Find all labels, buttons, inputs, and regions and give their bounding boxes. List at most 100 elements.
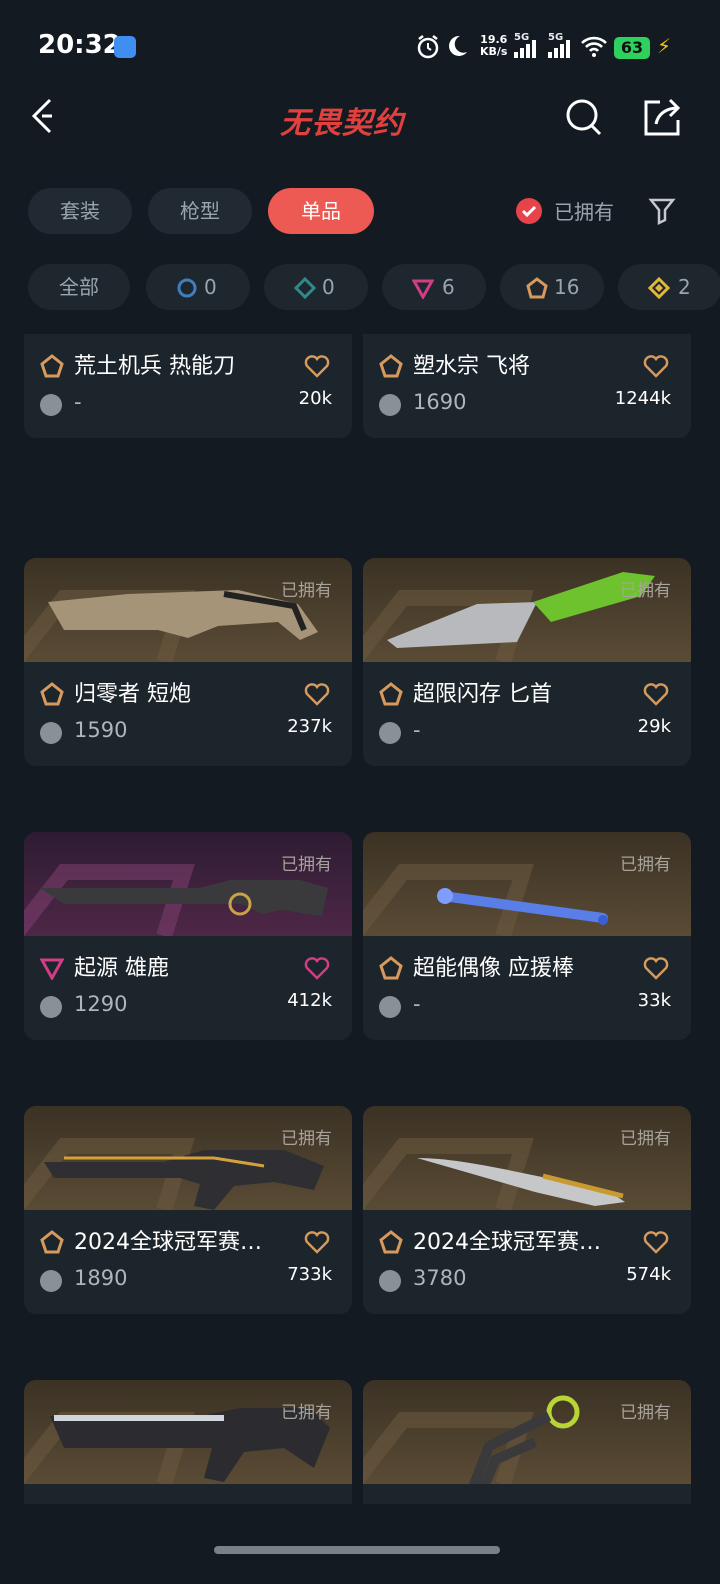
item-card[interactable]: 已拥有 起源 雄鹿 1290 412k: [24, 832, 352, 1040]
item-card[interactable]: 荒土机兵 热能刀 - 20k: [24, 334, 352, 438]
notification-app-icon: [114, 36, 136, 58]
owned-badge: 已拥有: [620, 1129, 671, 1149]
smg-image: [44, 1150, 324, 1210]
item-grid: 荒土机兵 热能刀 - 20k 塑水宗 飞将 1690 1244k 已拥有 归零者…: [0, 334, 720, 1504]
favorite-heart-icon[interactable]: [304, 682, 330, 706]
cell-signal-1-icon: 5G: [514, 32, 542, 58]
pentagon-tier-icon: [40, 1230, 64, 1254]
item-meta: 归零者 短炮 1590 237k: [24, 662, 352, 766]
filter-button[interactable]: [648, 196, 676, 226]
favorite-heart-icon[interactable]: [304, 354, 330, 378]
owned-badge: 已拥有: [281, 581, 332, 601]
item-image: [24, 1106, 352, 1210]
chip-all[interactable]: 全部: [28, 264, 130, 310]
chip-count: 16: [554, 275, 580, 299]
valorant-points-icon: [40, 722, 62, 744]
item-price: 1290: [74, 992, 128, 1016]
item-card[interactable]: 已拥有 超限闪存 匕首 - 29k: [363, 558, 691, 766]
pentagon-tier-icon: [526, 277, 548, 299]
item-name: 超限闪存 匕首: [413, 682, 552, 707]
item-meta: 超能偶像 应援棒 - 33k: [363, 936, 691, 1040]
cell-signal-2-icon: 5G: [548, 32, 576, 58]
item-price: 1890: [74, 1266, 128, 1290]
favorite-heart-icon[interactable]: [643, 682, 669, 706]
pentagon-tier-icon: [379, 354, 403, 378]
chip-count: 0: [204, 275, 217, 299]
item-card[interactable]: 已拥有 2024全球冠军赛… 1890 733k: [24, 1106, 352, 1314]
valorant-points-icon: [40, 394, 62, 416]
owned-badge: 已拥有: [281, 1129, 332, 1149]
chip-deluxe-tier[interactable]: 0: [264, 264, 368, 310]
lightstick-image: [437, 888, 608, 925]
chip-ultra-tier[interactable]: 2: [618, 264, 720, 310]
item-price: 1590: [74, 718, 128, 742]
tab-single-items[interactable]: 单品: [268, 188, 374, 234]
item-name: 2024全球冠军赛…: [413, 1230, 601, 1255]
item-image: [24, 558, 352, 662]
shotgun-image: [48, 590, 318, 640]
favorite-heart-icon[interactable]: [304, 956, 330, 980]
item-likes: 29k: [637, 716, 671, 737]
wifi-icon: [580, 34, 608, 60]
favorite-heart-icon[interactable]: [643, 956, 669, 980]
item-name: 塑水宗 飞将: [413, 354, 530, 379]
item-meta: 超限闪存 匕首 - 29k: [363, 662, 691, 766]
favorite-heart-icon[interactable]: [643, 354, 669, 378]
pentagon-tier-icon: [40, 682, 64, 706]
item-name: 荒土机兵 热能刀: [74, 354, 235, 379]
valorant-points-icon: [379, 996, 401, 1018]
valorant-points-icon: [379, 394, 401, 416]
diamond-tier-icon: [294, 277, 316, 299]
back-button[interactable]: [28, 96, 58, 136]
search-button[interactable]: [564, 96, 604, 138]
sword-image: [417, 1158, 625, 1206]
rifle-image: [40, 880, 328, 916]
favorite-heart-icon[interactable]: [304, 1230, 330, 1254]
chip-count: 0: [322, 275, 335, 299]
tab-bundles[interactable]: 套装: [28, 188, 132, 234]
item-card[interactable]: 已拥有 2024全球冠军赛… 3780 574k: [363, 1106, 691, 1314]
chip-all-label: 全部: [59, 275, 99, 299]
top-app-bar: 无畏契约: [0, 90, 720, 150]
owned-badge: 已拥有: [281, 1403, 332, 1423]
owned-badge: 已拥有: [281, 855, 332, 875]
pentagon-tier-icon: [379, 1230, 403, 1254]
item-likes: 412k: [287, 990, 332, 1011]
chip-count: 2: [678, 275, 691, 299]
item-image: [363, 558, 691, 662]
item-meta: 2024全球冠军赛… 3780 574k: [363, 1210, 691, 1314]
item-card[interactable]: 已拥有 超能偶像 应援棒 - 33k: [363, 832, 691, 1040]
home-indicator[interactable]: [214, 1546, 500, 1554]
item-image: [363, 1380, 691, 1484]
item-image: [24, 1380, 352, 1484]
page-title-logo: 无畏契约: [280, 106, 404, 141]
karambit-image: [468, 1395, 580, 1484]
valorant-points-icon: [40, 1270, 62, 1292]
item-name: 归零者 短炮: [74, 682, 191, 707]
chip-select-tier[interactable]: 0: [146, 264, 250, 310]
tab-gun-types[interactable]: 枪型: [148, 188, 252, 234]
item-card[interactable]: 塑水宗 飞将 1690 1244k: [363, 334, 691, 438]
owned-badge: 已拥有: [620, 1403, 671, 1423]
item-likes: 574k: [626, 1264, 671, 1285]
item-price: 1690: [413, 390, 467, 414]
chip-count: 6: [442, 275, 455, 299]
item-card[interactable]: 已拥有: [363, 1380, 691, 1504]
item-likes: 237k: [287, 716, 332, 737]
item-image: [363, 832, 691, 936]
network-speed: 19.6 KB/s: [480, 33, 508, 58]
item-likes: 733k: [287, 1264, 332, 1285]
status-bar: 20:32 19.6 KB/s 5G 5G 63 ⚡: [0, 0, 720, 90]
favorite-heart-icon[interactable]: [643, 1230, 669, 1254]
item-card[interactable]: 已拥有: [24, 1380, 352, 1504]
item-card[interactable]: 已拥有 归零者 短炮 1590 237k: [24, 558, 352, 766]
chip-premium-tier[interactable]: 6: [382, 264, 486, 310]
alarm-icon: [416, 34, 440, 60]
pentagon-tier-icon: [379, 956, 403, 980]
pentagon-tier-icon: [40, 354, 64, 378]
item-likes: 1244k: [614, 388, 671, 409]
owned-filter-label: 已拥有: [554, 200, 614, 224]
chip-exclusive-tier[interactable]: 16: [500, 264, 604, 310]
item-meta: 塑水宗 飞将 1690 1244k: [363, 334, 691, 438]
share-button[interactable]: [642, 96, 682, 138]
